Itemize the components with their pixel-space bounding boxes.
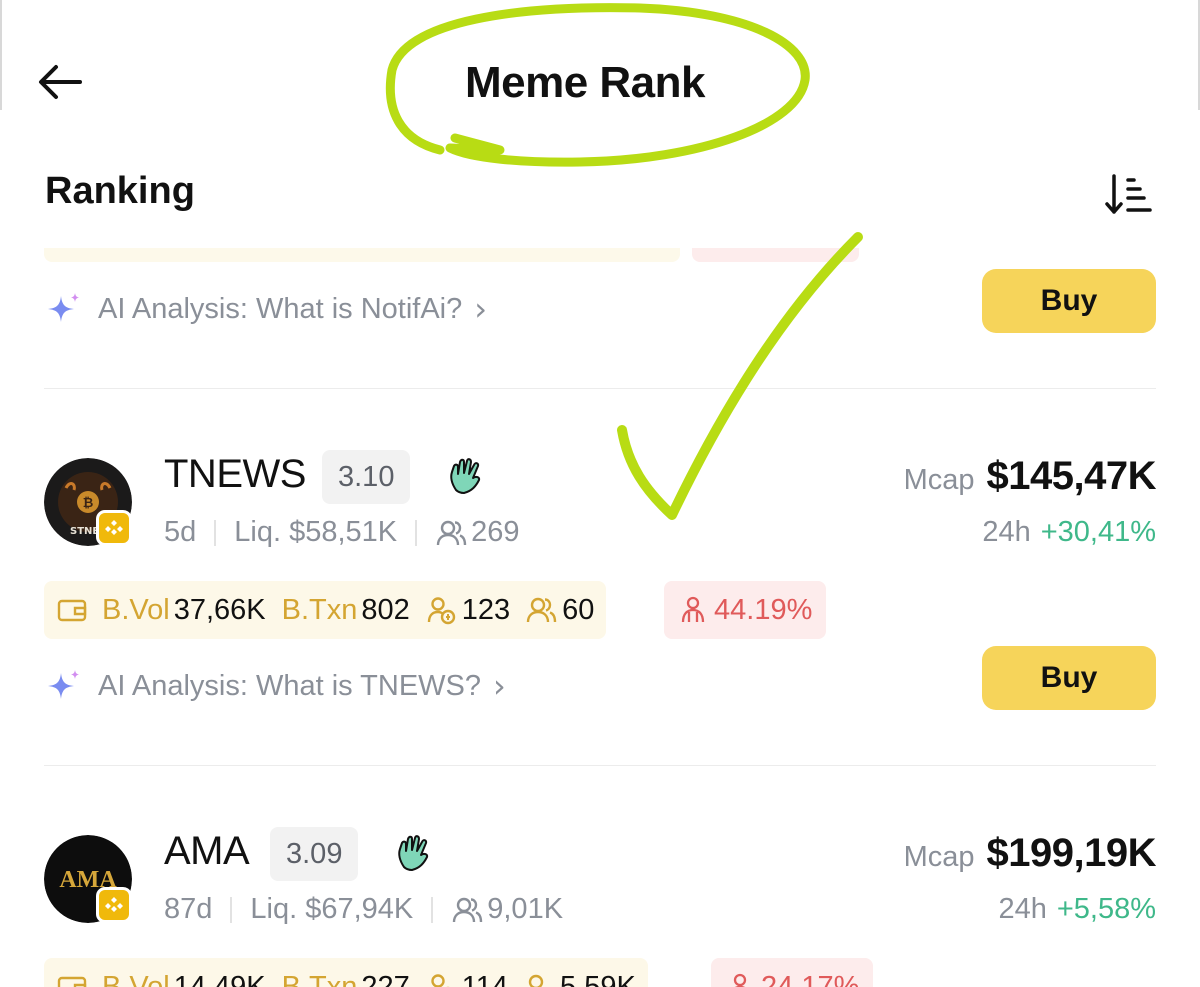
- ai-analysis-link[interactable]: AI Analysis: What is NotifAi? ›: [44, 290, 487, 328]
- divider: [44, 388, 1156, 389]
- price-change: 24h +5,58%: [998, 893, 1156, 926]
- holders-icon: [453, 897, 483, 922]
- market-cap: Mcap $199,19K: [903, 831, 1157, 876]
- hand-wave-icon: [450, 458, 481, 494]
- sparkle-icon: [48, 670, 79, 699]
- token-name[interactable]: TNEWS: [164, 452, 306, 497]
- bvol-label: B.Vol: [102, 970, 170, 987]
- ai-analysis-text: AI Analysis: What is NotifAi?: [98, 292, 463, 325]
- bvol-value: 37,66K: [173, 593, 266, 626]
- ai-analysis-link[interactable]: AI Analysis: What is TNEWS? ›: [44, 667, 506, 705]
- dev-icon: [681, 596, 705, 623]
- hand-wave-icon: [398, 835, 429, 871]
- btxn-value: 802: [361, 593, 410, 626]
- token-age: 5d: [164, 516, 197, 548]
- pct-chip: [692, 248, 859, 262]
- wallet-icon: [57, 599, 87, 622]
- buyers-count: 114: [461, 970, 509, 987]
- sparkle-icon: [48, 293, 79, 322]
- token-name[interactable]: AMA: [164, 829, 250, 874]
- holders-count: 9,01K: [487, 893, 564, 925]
- liquidity: Liq. $67,94K: [250, 893, 414, 925]
- sort-button[interactable]: [1104, 172, 1154, 216]
- users-icon: [526, 597, 557, 623]
- change-label: 24h: [998, 893, 1047, 925]
- score-badge: 3.10: [322, 450, 411, 504]
- market-cap: Mcap $145,47K: [903, 454, 1157, 499]
- stats-chip: B.Vol 14,49K B.Txn 227 114 5,59K: [44, 958, 648, 987]
- pct-chip: 24.17%: [711, 958, 874, 987]
- bnb-chain-icon: [96, 510, 132, 546]
- change-value: +30,41%: [1040, 516, 1156, 548]
- bvol-label: B.Vol: [102, 593, 170, 626]
- btxn-label: B.Txn: [281, 970, 358, 987]
- sort-icon: [1105, 174, 1152, 214]
- buy-button[interactable]: Buy: [982, 646, 1156, 710]
- token-avatar: ₿ STNE: [44, 458, 132, 546]
- section-title: Ranking: [45, 170, 195, 212]
- ai-analysis-text: AI Analysis: What is TNEWS?: [98, 669, 482, 702]
- separator: [431, 896, 434, 923]
- separator: [415, 519, 418, 546]
- mcap-label: Mcap: [903, 841, 975, 873]
- svg-text:STNE: STNE: [70, 526, 99, 537]
- btxn-value: 227: [361, 970, 410, 987]
- wallet-icon: [57, 976, 87, 987]
- users-icon: [528, 974, 544, 987]
- bnb-chain-icon: [96, 887, 132, 923]
- buy-button[interactable]: Buy: [982, 269, 1156, 333]
- price-change: 24h +30,41%: [982, 516, 1156, 549]
- score-badge: 3.09: [270, 827, 359, 881]
- change-label: 24h: [982, 516, 1031, 548]
- separator: [230, 896, 233, 923]
- bvol-value: 14,49K: [173, 970, 266, 987]
- token-meta: 5d Liq. $58,51K 269: [164, 516, 520, 549]
- svg-text:₿: ₿: [83, 496, 94, 511]
- chevron-right-icon: ›: [493, 667, 506, 705]
- users-count: 60: [562, 593, 595, 626]
- change-value: +5,58%: [1056, 893, 1156, 925]
- stats-chip: [44, 248, 680, 262]
- pct-value: 44.19%: [714, 593, 813, 626]
- liquidity: Liq. $58,51K: [234, 516, 398, 548]
- stats-chip: B.Vol 37,66K B.Txn 802 123 60: [44, 581, 607, 639]
- pct-chip: 44.19%: [664, 581, 827, 639]
- buyers-icon: [431, 974, 450, 987]
- btxn-label: B.Txn: [281, 593, 358, 626]
- token-avatar: AMA: [44, 835, 132, 923]
- page-title: Meme Rank: [464, 58, 706, 107]
- mcap-value: $145,47K: [986, 454, 1157, 498]
- mcap-value: $199,19K: [986, 831, 1157, 875]
- pct-value: 24.17%: [761, 970, 860, 987]
- mcap-label: Mcap: [903, 464, 975, 496]
- divider: [44, 765, 1156, 766]
- ranking-list[interactable]: AI Analysis: What is NotifAi? › Buy ₿ ST…: [0, 248, 1200, 987]
- holders-icon: [436, 520, 467, 545]
- token-meta: 87d Liq. $67,94K 9,01K: [164, 893, 563, 926]
- chevron-right-icon: ›: [474, 290, 488, 328]
- dev-icon: [733, 973, 747, 987]
- token-age: 87d: [164, 893, 213, 925]
- holders-count: 269: [471, 516, 520, 548]
- buyers-count: 123: [461, 593, 511, 626]
- buyers-icon: [427, 597, 455, 625]
- users-count: 5,59K: [560, 970, 636, 987]
- separator: [214, 519, 217, 546]
